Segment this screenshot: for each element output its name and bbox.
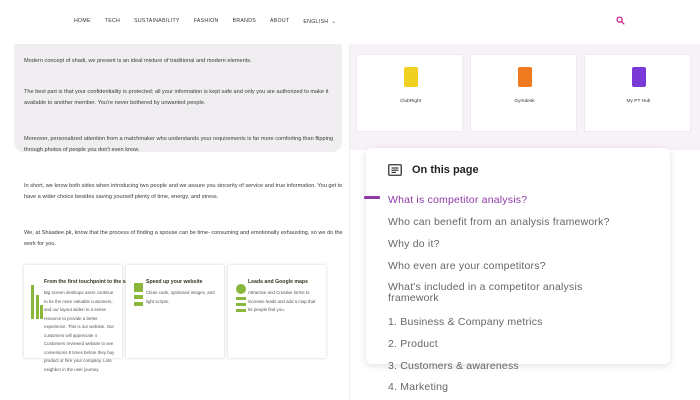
toc-link-business-metrics[interactable]: 1. Business & Company metrics bbox=[388, 316, 543, 328]
language-select[interactable]: ENGLISH ⌄ bbox=[303, 18, 337, 26]
feature-card: From the first touchpoint to the sale Bi… bbox=[24, 265, 133, 372]
article-paragraph: Modern concept of shadi, we present is a… bbox=[24, 58, 252, 64]
toc-link-what-is-competitor-analysis[interactable]: What is competitor analysis? bbox=[388, 194, 527, 206]
toc-link-why-do-it[interactable]: Why do it? bbox=[388, 238, 440, 250]
toc-link-who-can-benefit[interactable]: Who can benefit from an analysis framewo… bbox=[388, 216, 610, 228]
feature-cards: From the first touchpoint to the sale Bi… bbox=[24, 265, 326, 372]
top-nav: HOME TECH SUSTAINABILITY FASHION BRANDS … bbox=[0, 0, 700, 44]
nav-item-about[interactable]: ABOUT bbox=[270, 18, 289, 25]
article-paragraph: We, at Shaadee.pk, know that the process… bbox=[24, 230, 343, 247]
nav-item-sustainability[interactable]: SUSTAINABILITY bbox=[134, 18, 180, 25]
app-logo-icon bbox=[404, 67, 418, 87]
feature-description: Big screen desktops users continue to be… bbox=[44, 290, 115, 372]
feature-title: Speed up your website bbox=[146, 279, 203, 285]
feature-card: Leads and Google maps Attractive and Cre… bbox=[228, 265, 326, 358]
nav-item-tech[interactable]: TECH bbox=[105, 18, 120, 25]
app-logo-icon bbox=[518, 67, 532, 87]
article-paragraph: In short, we know both sides when introd… bbox=[24, 183, 343, 200]
nav-menu: HOME TECH SUSTAINABILITY FASHION BRANDS … bbox=[74, 18, 351, 25]
toc-title: On this page bbox=[412, 164, 479, 176]
list-icon bbox=[388, 164, 402, 176]
feature-description: Clean code, optimised images, and light … bbox=[146, 290, 215, 304]
app-name: My PT Hub bbox=[626, 99, 651, 104]
speed-icon bbox=[134, 283, 143, 306]
app-name: Gymdesk bbox=[514, 99, 535, 104]
feature-card: Speed up your website Clean code, optimi… bbox=[126, 265, 224, 358]
toc-link-whats-included[interactable]: What's included in a competitor analysis… bbox=[388, 282, 628, 304]
map-pin-icon bbox=[236, 284, 246, 312]
app-card-gymdesk[interactable]: Gymdesk bbox=[470, 54, 577, 132]
app-logo-icon bbox=[632, 67, 646, 87]
chart-growth-icon bbox=[31, 285, 43, 319]
app-card-clubright[interactable]: ClubRight bbox=[356, 54, 463, 132]
search-icon[interactable] bbox=[616, 16, 625, 25]
chevron-down-icon: ⌄ bbox=[331, 19, 337, 25]
toc-link-customers-awareness[interactable]: 3. Customers & awareness bbox=[388, 360, 519, 372]
language-label: ENGLISH bbox=[303, 18, 329, 25]
feature-description: Attractive and Creative forms to increas… bbox=[248, 290, 316, 312]
toc-link-who-are-competitors[interactable]: Who even are your competitors? bbox=[388, 260, 546, 272]
feature-title: From the first touchpoint to the sale bbox=[44, 279, 133, 285]
toc-link-product[interactable]: 2. Product bbox=[388, 338, 438, 350]
toc-link-marketing[interactable]: 4. Marketing bbox=[388, 381, 448, 393]
article-paragraph: Moreover, personalized attention from a … bbox=[24, 136, 334, 153]
table-of-contents: On this page What is competitor analysis… bbox=[366, 148, 670, 364]
active-indicator bbox=[364, 196, 380, 199]
nav-item-home[interactable]: HOME bbox=[74, 18, 91, 25]
app-card-mypthub[interactable]: My PT Hub bbox=[584, 54, 691, 132]
app-name: ClubRight bbox=[399, 99, 422, 104]
nav-item-brands[interactable]: BRANDS bbox=[233, 18, 256, 25]
nav-item-fashion[interactable]: FASHION bbox=[194, 18, 219, 25]
article-paragraph: The best part is that your confidentiali… bbox=[24, 89, 329, 106]
toc-header: On this page bbox=[388, 164, 479, 176]
feature-title: Leads and Google maps bbox=[248, 279, 308, 285]
